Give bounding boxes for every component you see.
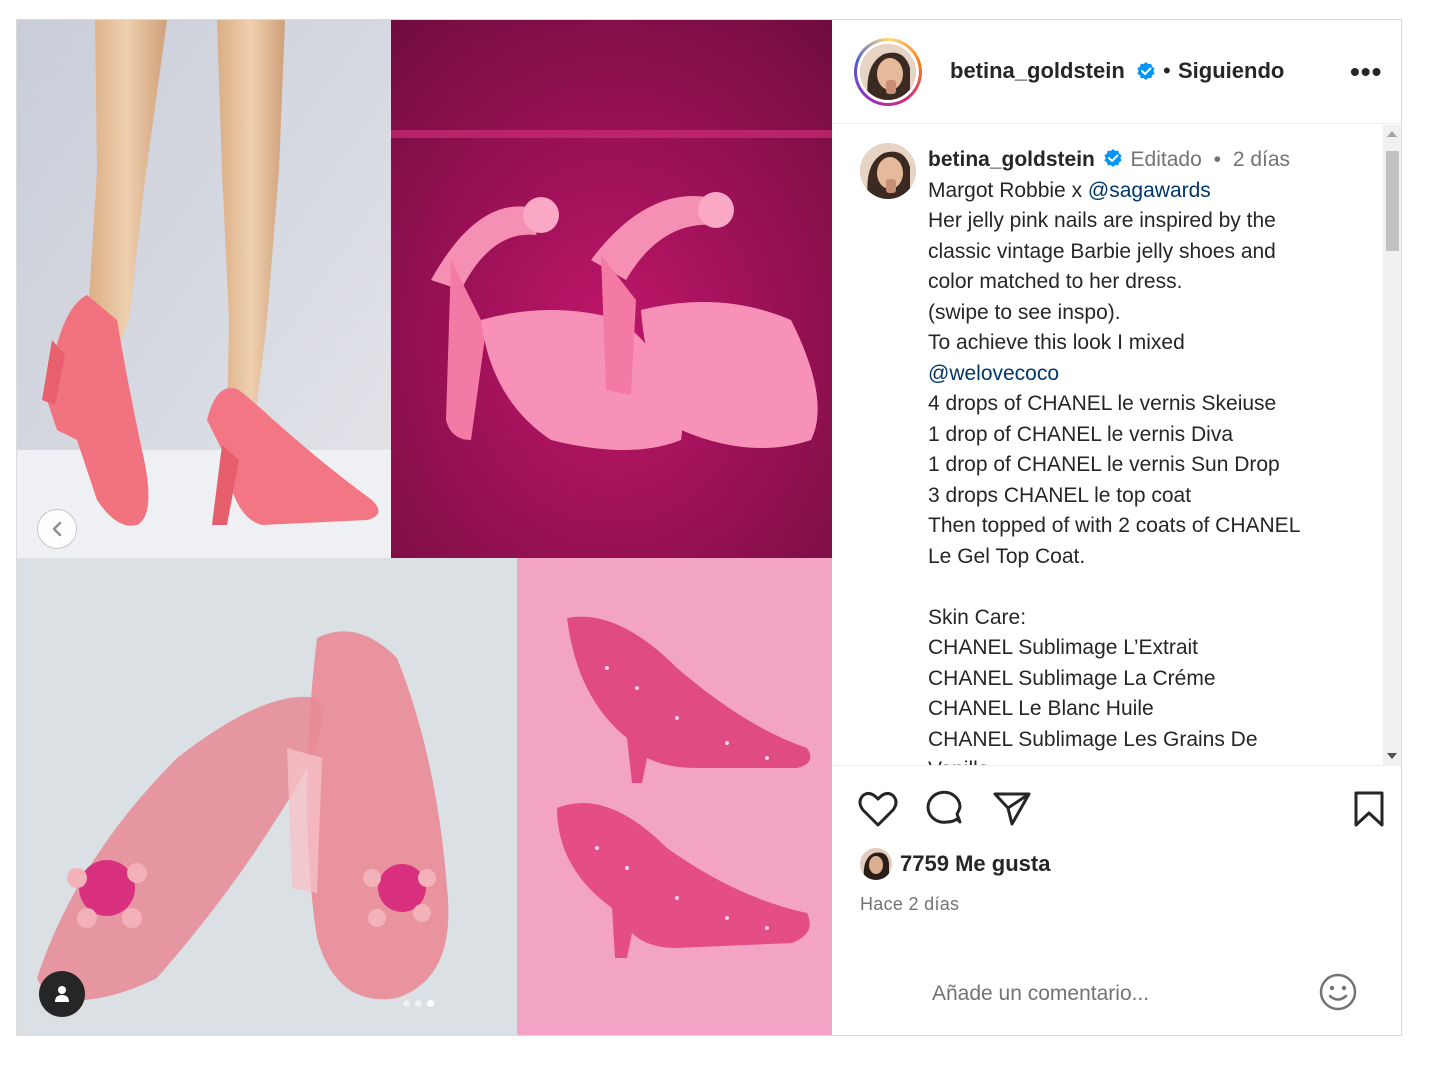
caption-line-text: Le Gel Top Coat. [928, 544, 1086, 568]
caption-line: 3 drops CHANEL le top coat [928, 481, 1368, 512]
post-timestamp[interactable]: Hace 2 días [860, 894, 959, 915]
caption-body: Margot Robbie x @sagawards Her jelly pink… [928, 176, 1368, 766]
caption-line-text: CHANEL Le Blanc Huile [928, 697, 1154, 720]
caption-line-text: Vanilla [928, 758, 989, 765]
header-separator: • [1163, 58, 1171, 83]
post-header: betina_goldstein • Siguiendo ••• [832, 20, 1401, 124]
author-story-ring[interactable] [854, 38, 922, 106]
caption-line-text: Skin Care: [928, 605, 1027, 629]
bookmark-icon [1354, 791, 1384, 827]
post-caption: betina_goldstein Editado • 2 días Margot… [928, 145, 1368, 765]
author-avatar[interactable] [860, 44, 916, 100]
caption-line: Skin Care: [928, 603, 1368, 634]
caption-line-text: Margot Robbie x [928, 178, 1088, 202]
post-actions: 7759 Me gusta Hace 2 días [832, 765, 1401, 1035]
caption-line: CHANEL Sublimage L’Extrait [928, 633, 1368, 664]
following-button[interactable]: Siguiendo [1178, 58, 1284, 84]
carousel-dot [403, 1000, 410, 1007]
caption-line-text: 1 drop of CHANEL le vernis Diva [928, 422, 1234, 446]
caption-line-text: CHANEL Sublimage Les Grains De [928, 727, 1258, 751]
caption-line: To achieve this look I mixed [928, 328, 1368, 359]
chevron-left-icon [52, 521, 62, 537]
caption-line-text: CHANEL Sublimage La Créme [928, 666, 1216, 690]
comments-section[interactable]: betina_goldstein Editado • 2 días Margot… [832, 125, 1401, 765]
caption-line: color matched to her dress. [928, 267, 1368, 298]
caption-line-text: 4 drops of CHANEL le vernis Skeiuse [928, 392, 1277, 415]
scrollbar-thumb[interactable] [1386, 151, 1399, 251]
caption-line: @welovecoco [928, 359, 1368, 390]
comments-scrollbar[interactable] [1383, 125, 1401, 765]
caption-line: Then topped of with 2 coats of CHANEL [928, 511, 1368, 542]
caption-line: Le Gel Top Coat. [928, 542, 1368, 573]
caption-line-text: To achieve this look I mixed [928, 331, 1185, 354]
carousel-indicator [403, 1000, 434, 1007]
caption-author-avatar[interactable] [860, 143, 916, 199]
caption-line-text: 3 drops CHANEL le top coat [928, 483, 1192, 507]
photo-crystal-pink-shoes [17, 558, 517, 1035]
caption-line: CHANEL Sublimage La Créme [928, 664, 1368, 695]
caption-line: classic vintage Barbie jelly shoes and [928, 237, 1368, 268]
caption-mention-link[interactable]: @sagawards [1088, 179, 1211, 202]
user-icon [55, 986, 69, 1002]
caption-meta-separator: • [1213, 148, 1221, 171]
caption-line: Her jelly pink nails are inspired by the [928, 206, 1368, 237]
post-modal: betina_goldstein • Siguiendo ••• betina_… [16, 19, 1402, 1036]
caption-line: 4 drops of CHANEL le vernis Skeiuse [928, 389, 1368, 420]
caption-line: 1 drop of CHANEL le vernis Sun Drop [928, 450, 1368, 481]
more-options-button[interactable]: ••• [1350, 56, 1382, 88]
save-button[interactable] [1352, 790, 1386, 828]
caption-line-text: (swipe to see inspo). [928, 300, 1121, 324]
caption-header: betina_goldstein Editado • 2 días [928, 145, 1368, 176]
caption-line-text: CHANEL Sublimage L’Extrait [928, 636, 1199, 659]
paper-plane-icon [993, 792, 1031, 826]
tagged-users-button[interactable] [39, 971, 85, 1017]
likes-number: 7759 [900, 851, 949, 876]
photo-barbie-legs-pink-heels [17, 20, 391, 558]
ellipsis-icon: ••• [1350, 56, 1383, 87]
caption-line: CHANEL Sublimage Les Grains De [928, 725, 1368, 756]
like-button[interactable] [858, 790, 898, 828]
comment-input[interactable] [932, 974, 1292, 1014]
caption-line: CHANEL Le Blanc Huile [928, 694, 1368, 725]
post-media-carousel[interactable] [17, 20, 832, 1035]
photo-glitter-pink-heels [517, 558, 832, 1035]
comment-bubble-icon [926, 790, 962, 824]
edited-label: Editado [1130, 148, 1202, 171]
carousel-dot-active [427, 1000, 434, 1007]
add-comment-bar [832, 956, 1401, 1035]
caption-line-text: 1 drop of CHANEL le vernis Sun Drop [928, 453, 1280, 476]
caption-line-text: color matched to her dress. [928, 270, 1183, 293]
caption-line: Vanilla [928, 755, 1368, 765]
caption-line-text: classic vintage Barbie jelly shoes and [928, 239, 1276, 263]
comment-button[interactable] [924, 789, 964, 829]
caption-line-text: Then topped of with 2 coats of CHANEL [928, 514, 1301, 537]
caption-line-text: Her jelly pink nails are inspired by the [928, 209, 1276, 232]
heart-icon [858, 791, 898, 827]
verified-badge-icon [1137, 62, 1155, 80]
caption-line: Margot Robbie x @sagawards [928, 176, 1368, 207]
likes-count[interactable]: 7759 Me gusta [900, 851, 1050, 877]
verified-badge-icon [1104, 149, 1122, 168]
likes-summary[interactable]: 7759 Me gusta [860, 848, 1050, 880]
smiley-icon [1319, 973, 1357, 1011]
carousel-prev-button[interactable] [37, 509, 77, 549]
post-side-panel: betina_goldstein • Siguiendo ••• betina_… [832, 20, 1401, 1035]
emoji-button[interactable] [1318, 972, 1358, 1012]
caption-mention-link[interactable]: @welovecoco [928, 362, 1059, 385]
liker-avatar[interactable] [860, 848, 892, 880]
caption-line: (swipe to see inspo). [928, 298, 1368, 329]
carousel-dot [415, 1000, 422, 1007]
likes-label: Me gusta [955, 851, 1051, 876]
scroll-up-arrow-icon[interactable] [1387, 131, 1397, 137]
photo-pink-jelly-sandals [391, 20, 832, 558]
share-button[interactable] [992, 789, 1032, 829]
caption-line: 1 drop of CHANEL le vernis Diva [928, 420, 1368, 451]
scroll-down-arrow-icon[interactable] [1387, 753, 1397, 759]
caption-username[interactable]: betina_goldstein [928, 148, 1095, 171]
caption-line [928, 572, 1368, 603]
author-username[interactable]: betina_goldstein [950, 58, 1125, 84]
caption-time[interactable]: 2 días [1233, 148, 1290, 171]
